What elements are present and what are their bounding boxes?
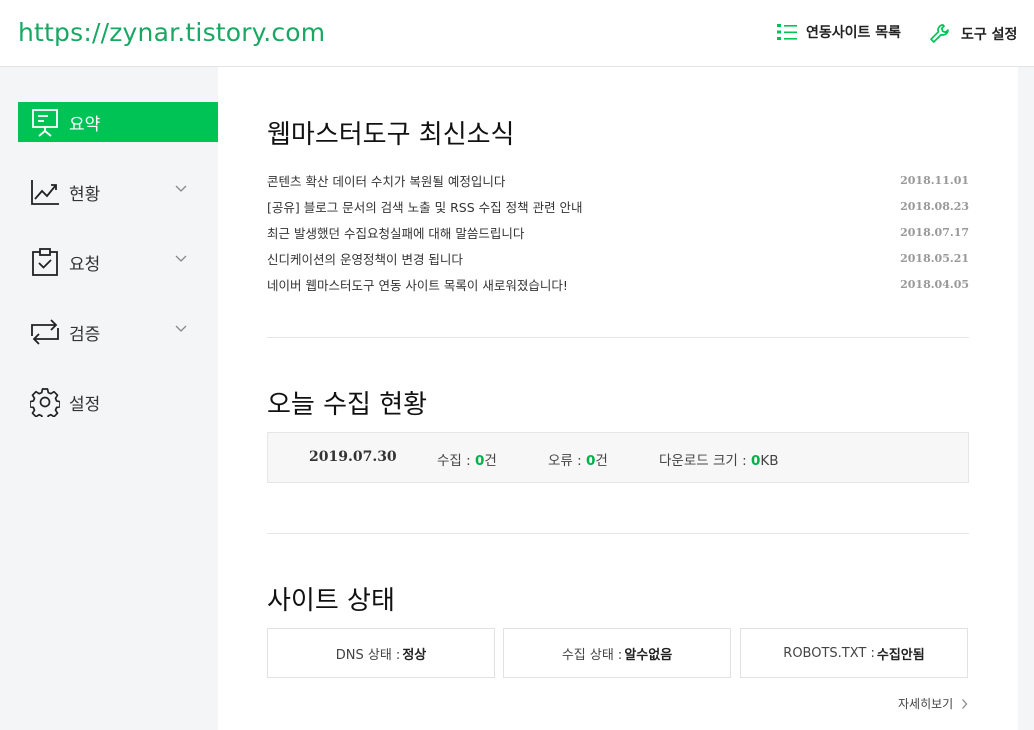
tool-settings-button[interactable]: 도구 설정 xyxy=(928,22,1017,46)
sidebar-item-request[interactable]: 요청 xyxy=(18,242,218,282)
collect-status-box: 수집 상태 : 알수없음 xyxy=(503,628,731,678)
error-value: 0 xyxy=(585,453,596,469)
download-label: 다운로드 크기 : xyxy=(659,453,751,469)
line-chart-icon xyxy=(29,176,61,208)
collect-status-label: 수집 상태 : xyxy=(561,647,623,663)
news-text[interactable]: 콘텐츠 확산 데이터 수치가 복원될 예정입니다 xyxy=(267,171,505,190)
news-list: 콘텐츠 확산 데이터 수치가 복원될 예정입니다 2018.11.01 [공유]… xyxy=(267,167,969,297)
error-stat: 오류 : 0건 xyxy=(548,449,608,469)
more-details-label: 자세히보기 xyxy=(898,697,954,711)
top-header: https://zynar.tistory.com 연동사이트 목록 도구 설정 xyxy=(0,0,1034,67)
wrench-icon xyxy=(930,24,949,43)
today-title: 오늘 수집 현황 xyxy=(267,390,428,420)
dns-value: 정상 xyxy=(402,647,427,663)
download-value: 0 xyxy=(750,453,761,469)
download-unit: KB xyxy=(760,453,779,469)
sidebar-item-settings[interactable]: 설정 xyxy=(18,382,218,422)
tool-settings-label: 도구 설정 xyxy=(961,27,1018,43)
dns-label: DNS 상태 : xyxy=(335,647,401,663)
stat-date: 2019.07.30 xyxy=(309,449,397,465)
robots-label: ROBOTS.TXT : xyxy=(783,645,875,661)
news-text[interactable]: 최근 발생했던 수집요청실패에 대해 말씀드립니다 xyxy=(267,223,524,242)
sidebar-item-summary[interactable]: 요약 xyxy=(18,102,218,142)
sidebar: 요약 현황 요청 검증 설정 xyxy=(0,67,218,730)
list-item[interactable]: 신디케이션의 운영정책이 변경 됩니다 2018.05.21 xyxy=(267,245,969,271)
robots-value: 수집안됨 xyxy=(876,647,925,663)
sidebar-item-label: 요약 xyxy=(69,114,101,135)
news-text[interactable]: 네이버 웹마스터도구 연동 사이트 목록이 새로워졌습니다! xyxy=(267,275,568,294)
error-label: 오류 : xyxy=(548,453,586,469)
news-text[interactable]: 신디케이션의 운영정책이 변경 됩니다 xyxy=(267,249,463,268)
list-item[interactable]: [공유] 블로그 문서의 검색 노출 및 RSS 수집 정책 관련 안내 201… xyxy=(267,193,969,219)
chevron-down-icon[interactable] xyxy=(174,184,188,193)
more-details-link[interactable]: 자세히보기 xyxy=(898,695,968,712)
news-date: 2018.07.17 xyxy=(900,225,969,239)
clipboard-check-icon xyxy=(29,246,61,278)
sidebar-item-label: 현황 xyxy=(69,184,101,205)
section-divider xyxy=(267,533,969,534)
news-text[interactable]: [공유] 블로그 문서의 검색 노출 및 RSS 수집 정책 관련 안내 xyxy=(267,197,583,216)
collect-status-value: 알수없음 xyxy=(624,647,673,663)
news-date: 2018.04.05 xyxy=(900,277,969,291)
list-item[interactable]: 최근 발생했던 수집요청실패에 대해 말씀드립니다 2018.07.17 xyxy=(267,219,969,245)
chevron-down-icon[interactable] xyxy=(174,254,188,263)
right-gutter xyxy=(1018,67,1034,730)
news-date: 2018.11.01 xyxy=(900,173,969,187)
main-content: 웹마스터도구 최신소식 콘텐츠 확산 데이터 수치가 복원될 예정입니다 201… xyxy=(218,67,1018,730)
dns-status-box: DNS 상태 : 정상 xyxy=(267,628,495,678)
presentation-board-icon xyxy=(29,106,61,138)
collect-label: 수집 : xyxy=(437,453,475,469)
chevron-right-icon xyxy=(962,698,968,709)
section-divider xyxy=(267,337,969,338)
site-status-title: 사이트 상태 xyxy=(267,586,395,616)
robots-status-box: ROBOTS.TXT : 수집안됨 xyxy=(740,628,968,678)
news-date: 2018.05.21 xyxy=(900,251,969,265)
error-unit: 건 xyxy=(595,453,608,469)
sidebar-item-label: 요청 xyxy=(69,254,101,275)
sidebar-item-status[interactable]: 현황 xyxy=(18,172,218,212)
sidebar-item-label: 검증 xyxy=(69,324,101,345)
collect-stat: 수집 : 0건 xyxy=(437,449,497,469)
linked-sites-button[interactable]: 연동사이트 목록 xyxy=(777,22,901,42)
news-date: 2018.08.23 xyxy=(900,199,969,213)
gear-icon xyxy=(29,386,61,418)
today-stats: 2019.07.30 수집 : 0건 오류 : 0건 다운로드 크기 : 0KB xyxy=(267,432,969,483)
sidebar-item-label: 설정 xyxy=(69,394,101,415)
list-item[interactable]: 콘텐츠 확산 데이터 수치가 복원될 예정입니다 2018.11.01 xyxy=(267,167,969,193)
linked-sites-label: 연동사이트 목록 xyxy=(806,25,902,41)
site-url[interactable]: https://zynar.tistory.com xyxy=(18,18,325,47)
chevron-down-icon[interactable] xyxy=(174,324,188,333)
list-icon xyxy=(777,24,797,40)
download-stat: 다운로드 크기 : 0KB xyxy=(659,449,778,469)
swap-arrows-icon xyxy=(29,316,61,348)
news-title: 웹마스터도구 최신소식 xyxy=(267,120,515,150)
collect-unit: 건 xyxy=(484,453,497,469)
sidebar-item-verify[interactable]: 검증 xyxy=(18,312,218,352)
list-item[interactable]: 네이버 웹마스터도구 연동 사이트 목록이 새로워졌습니다! 2018.04.0… xyxy=(267,271,969,297)
collect-value: 0 xyxy=(474,453,485,469)
